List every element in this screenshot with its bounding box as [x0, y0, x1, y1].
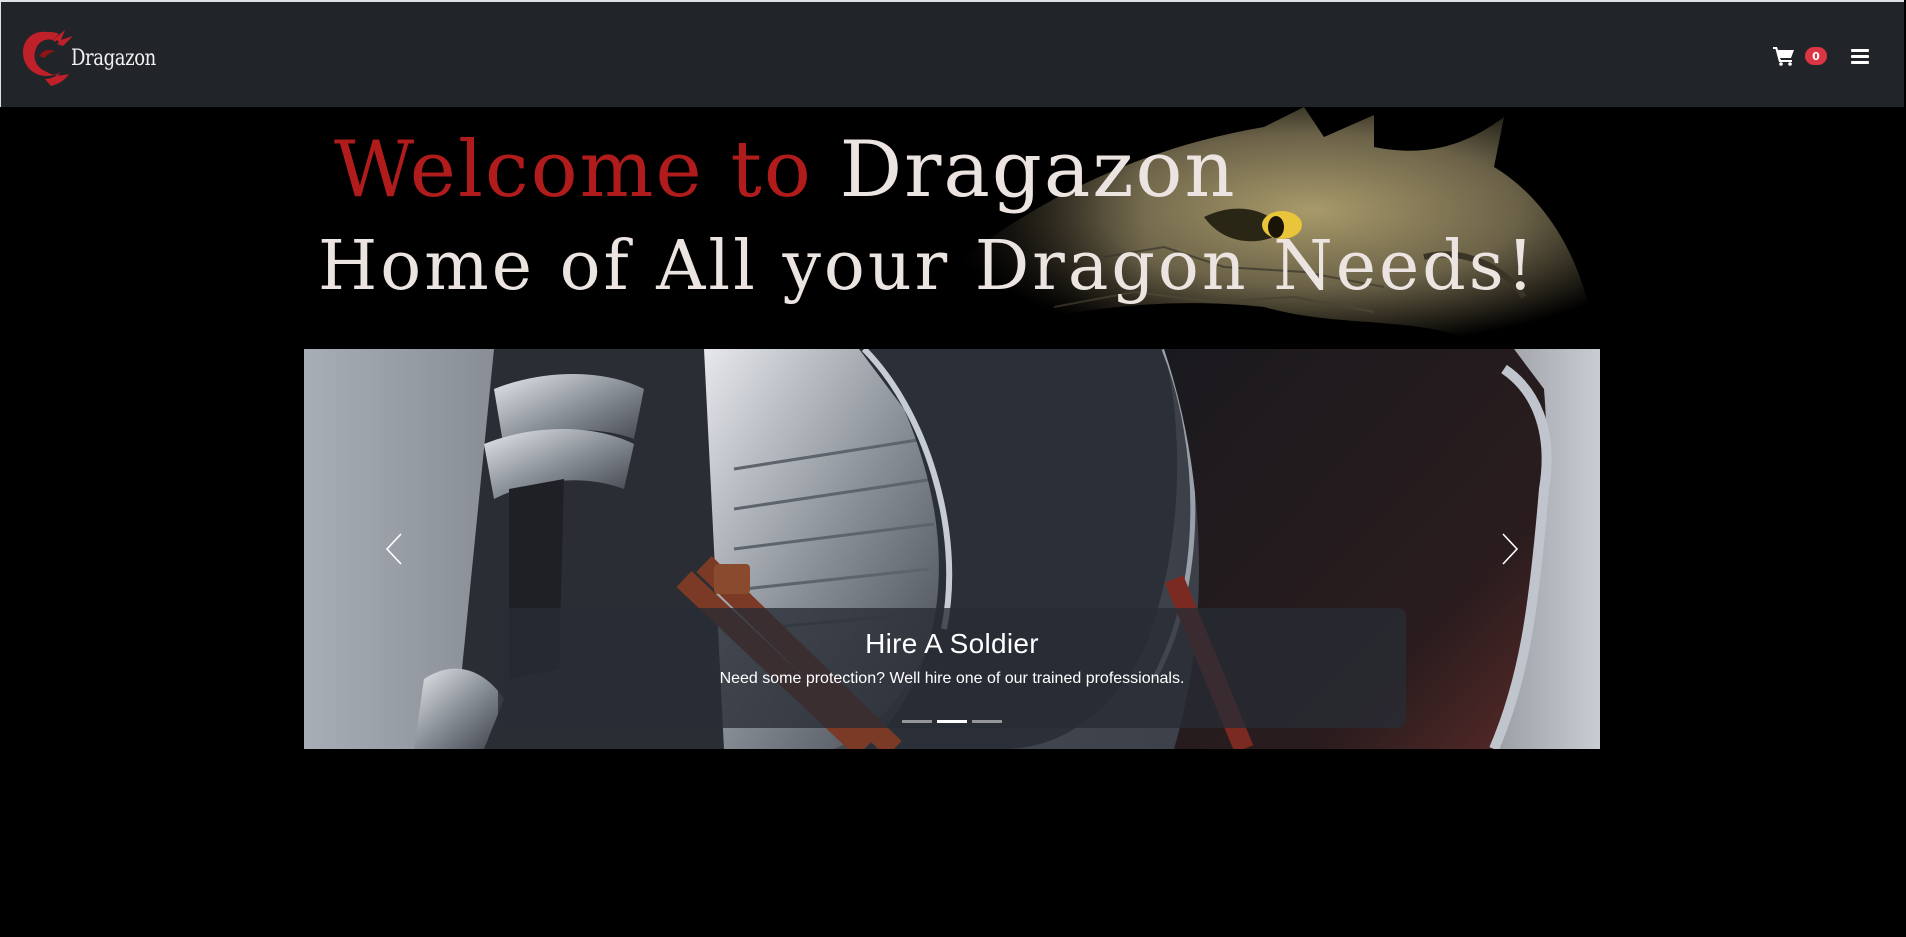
- carousel-next-button[interactable]: [1420, 349, 1600, 749]
- cart-button[interactable]: 0: [1773, 46, 1827, 66]
- banner-welcome-text: Welcome to: [334, 125, 813, 215]
- brand-logo-link[interactable]: Dragazon: [17, 26, 174, 88]
- slide-caption-text: Need some protection? Well hire one of o…: [719, 670, 1185, 687]
- dragon-logo-icon: [23, 30, 73, 86]
- welcome-banner: Welcome to Dragazon Home of All your Dra…: [304, 107, 1600, 349]
- cart-count-badge: 0: [1805, 47, 1827, 65]
- carousel-indicator[interactable]: [972, 720, 1002, 723]
- carousel-indicator[interactable]: [902, 720, 932, 723]
- banner-headline: Welcome to Dragazon: [334, 125, 1237, 215]
- slide-caption: Hire A Soldier Need some protection? Wel…: [498, 608, 1406, 728]
- carousel-indicator-active[interactable]: [937, 720, 967, 723]
- shopping-cart-icon: [1773, 47, 1794, 66]
- carousel-prev-button[interactable]: [304, 349, 484, 749]
- hamburger-menu-button[interactable]: [1849, 46, 1871, 66]
- hamburger-menu-icon-bar: [1851, 61, 1869, 64]
- chevron-right-icon: [1502, 533, 1519, 565]
- chevron-left-icon: [385, 533, 402, 565]
- banner-brand-text: Dragazon: [839, 125, 1237, 215]
- slide-caption-title: Hire A Soldier: [865, 628, 1039, 659]
- hamburger-menu-icon-bar: [1851, 55, 1869, 58]
- carousel-indicators: [304, 720, 1600, 723]
- hamburger-menu-icon: [1851, 49, 1869, 52]
- banner-tagline: Home of All your Dragon Needs!: [318, 227, 1537, 306]
- hero-carousel: Hire A Soldier Need some protection? Wel…: [304, 349, 1600, 749]
- top-navbar: Dragazon 0: [0, 0, 1904, 107]
- brand-name: Dragazon: [71, 45, 156, 71]
